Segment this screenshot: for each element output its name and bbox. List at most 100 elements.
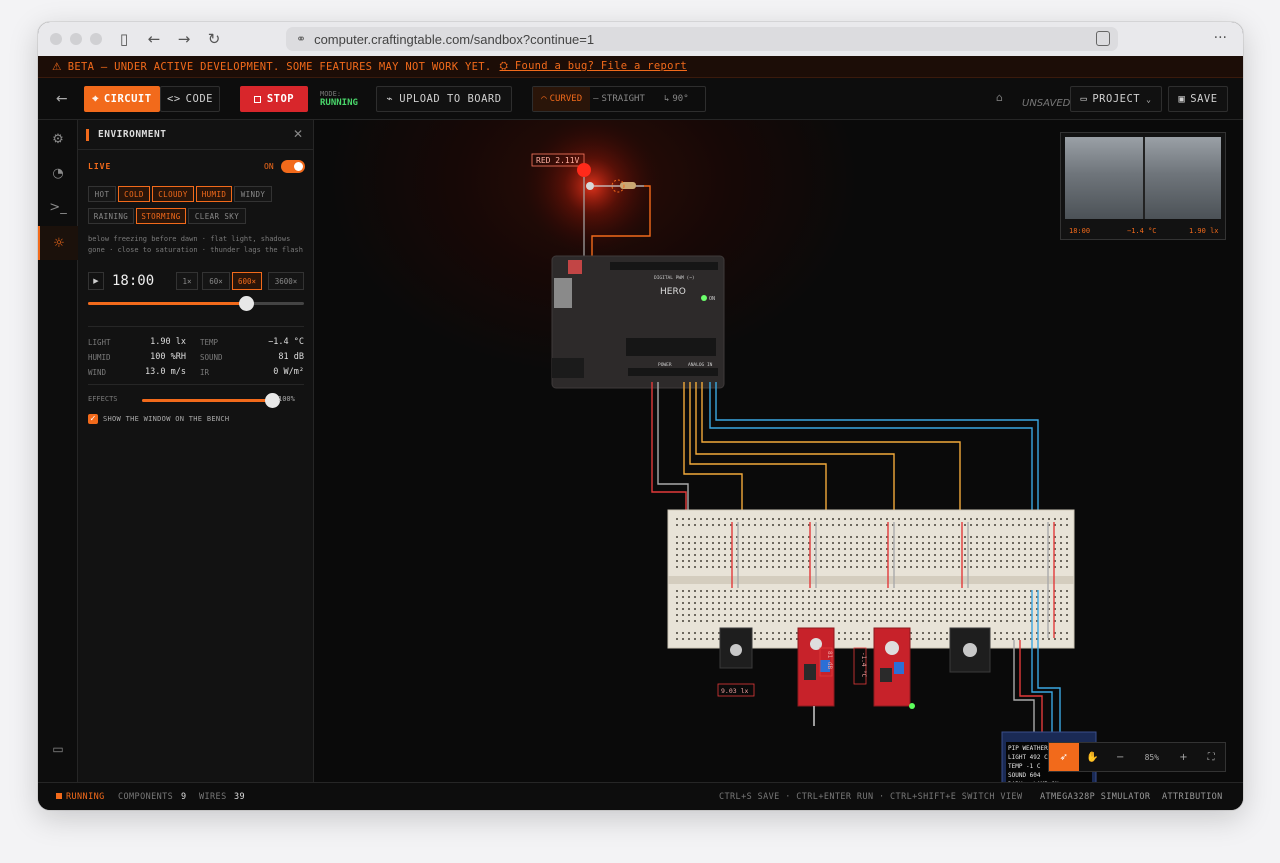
reader-icon[interactable] — [1096, 31, 1110, 46]
condition-chip-storming[interactable]: STORMING — [136, 208, 186, 224]
condition-chip-cold[interactable]: COLD — [118, 186, 150, 202]
temp-sensor-readout: -1.4 °C — [860, 652, 867, 678]
circuit-tab[interactable]: ⌖ CIRCUIT — [84, 86, 160, 112]
lcd-line: TEMP -1 C — [1008, 763, 1041, 770]
upload-button[interactable]: ⌁ UPLOAD TO BOARD — [376, 86, 512, 112]
reading-label: SOUND — [200, 353, 223, 362]
stop-button[interactable]: STOP — [240, 86, 308, 112]
divider — [88, 384, 304, 385]
components-icon[interactable]: ⚙ — [38, 122, 78, 156]
mode-label: MODE: — [320, 90, 342, 98]
gauge-icon[interactable]: ◔ — [38, 156, 78, 190]
circuit-canvas[interactable]: RED 2.11V HERO ON DIGITAL PWM (~) POWER … — [314, 120, 1243, 782]
files-icon[interactable]: ▭ — [38, 742, 78, 756]
wire-mode-curved[interactable]: ⌒ CURVED — [533, 87, 591, 111]
reading-value: 100 %RH — [150, 352, 186, 362]
window-view — [1065, 137, 1221, 219]
bug-report-link[interactable]: ⛭ Found a bug? File a report — [500, 60, 687, 73]
zoom-out-button[interactable]: − — [1106, 743, 1134, 771]
condition-chip-clear-sky[interactable]: CLEAR SKY — [188, 208, 246, 224]
speed-button[interactable]: 60× — [202, 272, 230, 290]
close-dot[interactable] — [50, 33, 62, 45]
condition-chip-humid[interactable]: HUMID — [196, 186, 232, 202]
running-indicator — [56, 793, 62, 799]
speed-button[interactable]: 1× — [176, 272, 198, 290]
divider — [88, 326, 304, 327]
wire-mode-straight[interactable]: — STRAIGHT — [590, 87, 647, 111]
lcd-line: SOUND 604 — [1008, 772, 1041, 779]
sidebar-toggle-icon[interactable]: ▯ — [116, 30, 132, 48]
condition-chip-windy[interactable]: WINDY — [234, 186, 272, 202]
ir-sensor-module[interactable] — [949, 627, 991, 673]
zoom-in-button[interactable]: + — [1170, 743, 1198, 771]
board-wires — [651, 382, 1039, 520]
show-window-label: SHOW THE WINDOW ON THE BENCH — [103, 415, 230, 423]
fullscreen-icon[interactable]: ⛶ — [1197, 743, 1225, 771]
back-button[interactable]: ← — [50, 86, 74, 112]
maximize-dot[interactable] — [90, 33, 102, 45]
link-icon: ⚭ — [296, 32, 307, 46]
back-arrow-icon[interactable]: ← — [146, 30, 162, 48]
reading-value: 13.0 m/s — [145, 367, 186, 377]
board-label: HERO — [660, 287, 686, 297]
window-camera-preview[interactable]: 18:00 −1.4 °C 1.90 lx — [1060, 132, 1226, 240]
show-window-checkbox[interactable]: ✓ — [88, 414, 98, 424]
more-icon[interactable]: ··· — [1214, 30, 1227, 46]
condition-chip-cloudy[interactable]: CLOUDY — [152, 186, 194, 202]
wire-mode-label: 90° — [672, 94, 689, 104]
forward-arrow-icon[interactable]: → — [176, 30, 192, 48]
effects-slider-fill — [142, 399, 272, 402]
attribution-link[interactable]: ATTRIBUTION — [1162, 792, 1223, 802]
wires-label: WIRES — [199, 792, 227, 802]
project-menu-button[interactable]: ▭ PROJECT ⌄ — [1070, 86, 1162, 112]
breadboard[interactable] — [667, 509, 1075, 649]
live-toggle[interactable] — [281, 160, 305, 173]
board-on-label: ON — [709, 296, 715, 302]
mode-indicator: MODE: RUNNING — [320, 90, 358, 108]
digital-pin-label: DIGITAL PWM (~) — [654, 275, 695, 281]
address-bar[interactable]: ⚭ computer.craftingtable.com/sandbox?con… — [286, 27, 1118, 51]
graduation-cap-icon[interactable]: ⌂ — [996, 91, 1003, 104]
condition-chip-raining[interactable]: RAINING — [88, 208, 134, 224]
reading-label: IR — [200, 368, 210, 377]
left-icon-rail: ⚙ ◔ >_ ☼ ▭ — [38, 120, 78, 782]
status-running: RUNNING — [66, 792, 105, 802]
arduino-board[interactable]: HERO ON DIGITAL PWM (~) POWER ANALOG IN — [551, 255, 725, 389]
live-state: ON — [264, 162, 274, 171]
browser-window: ▯ ← → ↻ ⚭ computer.craftingtable.com/san… — [38, 22, 1243, 810]
wire-mode-90[interactable]: ↳ 90° — [648, 87, 705, 111]
sim-clock: 18:00 — [112, 273, 155, 289]
condition-chip-hot[interactable]: HOT — [88, 186, 116, 202]
stop-icon — [253, 95, 261, 103]
reading-value: 81 dB — [278, 352, 304, 362]
zoom-level: 85% — [1144, 752, 1160, 762]
play-button[interactable]: ▶ — [88, 272, 104, 290]
select-tool-icon[interactable]: ➶ — [1049, 743, 1079, 771]
circuit-icon: ⌖ — [92, 92, 99, 105]
speed-button[interactable]: 600× — [232, 272, 262, 290]
close-icon[interactable]: ✕ — [293, 127, 303, 141]
minimize-dot[interactable] — [70, 33, 82, 45]
speed-button[interactable]: 3600× — [268, 272, 304, 290]
reload-icon[interactable]: ↻ — [206, 30, 222, 48]
save-button[interactable]: ▣ SAVE — [1168, 86, 1228, 112]
upload-icon: ⌁ — [386, 93, 394, 105]
weather-icon[interactable]: ☼ — [38, 226, 78, 260]
pan-tool-icon[interactable]: ✋ — [1079, 743, 1107, 771]
analog-pin-label: ANALOG IN — [688, 362, 713, 368]
time-slider-knob[interactable] — [238, 296, 254, 311]
led-label: RED 2.11V — [536, 156, 580, 165]
stop-label: STOP — [266, 93, 295, 105]
window-controls — [50, 33, 102, 45]
power-pin-label: POWER — [658, 362, 672, 368]
time-slider[interactable] — [88, 296, 304, 311]
led-label-box: RED 2.11V — [531, 153, 585, 167]
light-sensor-module[interactable]: 9.03 lx — [717, 627, 755, 697]
red-led[interactable] — [577, 163, 591, 177]
code-tab[interactable]: <> CODE — [160, 86, 220, 112]
keyboard-shortcuts: CTRL+S SAVE · CTRL+ENTER RUN · CTRL+SHIF… — [719, 792, 1023, 802]
beta-text: BETA — UNDER ACTIVE DEVELOPMENT. SOME FE… — [67, 60, 492, 73]
effects-slider[interactable] — [142, 393, 280, 408]
resistor[interactable] — [620, 182, 636, 189]
terminal-icon[interactable]: >_ — [38, 190, 78, 224]
